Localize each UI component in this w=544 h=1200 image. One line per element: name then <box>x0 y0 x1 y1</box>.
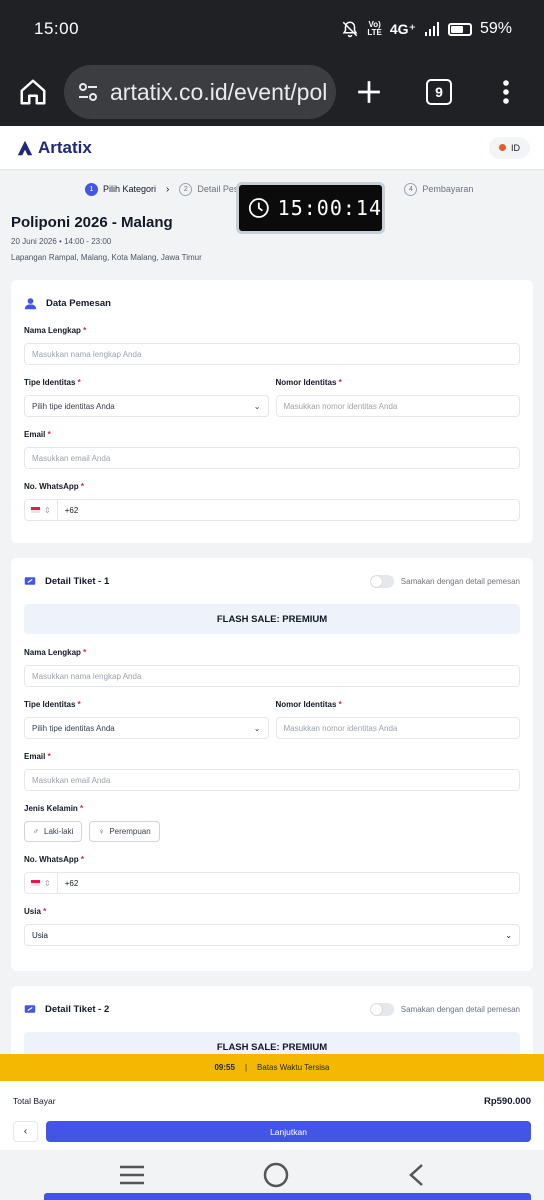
total-label: Total Bayar <box>13 1096 56 1106</box>
mute-icon <box>342 21 358 38</box>
volte-icon: Vo) LTE <box>367 20 382 37</box>
booker-name-input[interactable]: Masukkan nama lengkap Anda <box>24 343 520 365</box>
countdown-time: 09:55 <box>214 1063 235 1072</box>
gender-female-button[interactable]: ♀ Perempuan <box>89 821 160 842</box>
ticket-category-banner: FLASH SALE: PREMIUM <box>24 1032 520 1054</box>
booker-email-input[interactable]: Masukkan email Anda <box>24 447 520 469</box>
ticket-category-banner: FLASH SALE: PREMIUM <box>24 604 520 634</box>
home-circle-icon[interactable] <box>263 1162 289 1188</box>
ticket1-age-select[interactable]: Usia ⌄ <box>24 924 520 946</box>
battery-percent: 59% <box>479 20 512 37</box>
browser-toolbar: artatix.co.id/event/pol 9 <box>0 58 544 126</box>
tab-switcher-button[interactable]: 9 <box>426 79 452 105</box>
booker-card: Data Pemesan Nama Lengkap * Masukkan nama… <box>11 280 533 543</box>
continue-button[interactable]: Lanjutkan <box>46 1121 531 1142</box>
countdown-separator: | <box>244 1063 248 1072</box>
same-as-booker-toggle[interactable] <box>369 574 394 588</box>
ticket-icon <box>24 1005 36 1013</box>
ticket1-whatsapp-input[interactable]: ⇕ +62 <box>24 872 520 894</box>
chevron-right-icon: › <box>166 183 170 195</box>
clock-icon <box>248 198 269 218</box>
network-type: 4G⁺ <box>389 20 416 37</box>
url-text: artatix.co.id/event/pol <box>110 78 328 105</box>
indonesia-flag-icon <box>31 507 40 513</box>
checkout-footer: Total Bayar Rp590.000 ‹ Lanjutkan <box>0 1081 544 1150</box>
site-settings-icon[interactable] <box>76 80 100 104</box>
country-code-select[interactable]: ⇕ <box>25 873 58 893</box>
ticket-2-card: Detail Tiket - 2 Samakan dengan detail p… <box>11 986 533 1054</box>
countdown-banner: 09:55 | Batas Waktu Tersisa <box>0 1054 544 1081</box>
ticket1-id-number-input[interactable]: Masukkan nomor identitas Anda <box>275 717 520 739</box>
back-arrow-icon[interactable] <box>407 1163 425 1187</box>
web-page: Artatix ID 1 Pilih Kategori › 2 Detail Pes… <box>0 126 544 1054</box>
booker-id-number-input[interactable]: Masukkan nomor identitas Anda <box>275 395 520 417</box>
status-bar: 15:00 Vo) LTE 4G⁺ 59% <box>0 0 544 58</box>
updown-icon: ⇕ <box>44 505 51 515</box>
booker-whatsapp-input[interactable]: ⇕ +62 <box>24 499 520 521</box>
gender-male-button[interactable]: ♂ Laki-laki <box>24 821 83 842</box>
url-bar[interactable]: artatix.co.id/event/pol <box>64 65 336 119</box>
artatix-logo[interactable]: Artatix <box>16 138 92 158</box>
step-4: 4 Pembayaran <box>404 182 473 196</box>
logo-mark-icon <box>17 140 33 155</box>
female-icon: ♀ <box>98 827 105 836</box>
recents-icon[interactable] <box>119 1165 145 1185</box>
event-title: Poliponi 2026 - Malang <box>11 214 173 231</box>
ticket1-id-type-select[interactable]: Pilih tipe identitas Anda ⌄ <box>24 717 269 739</box>
status-time: 15:00 <box>34 19 80 38</box>
floating-clock-overlay[interactable]: 15:00:14 <box>236 182 385 234</box>
countdown-label: Batas Waktu Tersisa <box>257 1063 330 1072</box>
more-menu-icon[interactable] <box>502 79 510 105</box>
back-button[interactable]: ‹ <box>13 1121 38 1142</box>
step-1: 1 Pilih Kategori <box>85 182 156 196</box>
signal-icon <box>424 22 439 36</box>
language-switch[interactable]: ID <box>489 136 530 159</box>
step-2: 2 Detail Pes <box>179 182 238 196</box>
user-icon <box>24 297 37 309</box>
country-code-select[interactable]: ⇕ <box>25 500 58 520</box>
total-value: Rp590.000 <box>483 1095 531 1107</box>
event-date: 20 Juni 2026 • 14:00 - 23:00 <box>11 237 112 246</box>
booker-id-type-select[interactable]: Pilih tipe identitas Anda ⌄ <box>24 395 269 417</box>
scroll-peek-bar <box>44 1193 531 1200</box>
ticket1-name-input[interactable]: Masukkan nama lengkap Anda <box>24 665 520 687</box>
updown-icon: ⇕ <box>44 878 51 888</box>
site-header: Artatix ID <box>0 126 544 170</box>
same-as-booker-toggle[interactable] <box>369 1002 394 1016</box>
chevron-down-icon: ⌄ <box>505 930 512 940</box>
male-icon: ♂ <box>33 827 39 836</box>
battery-icon <box>447 22 472 36</box>
chevron-down-icon: ⌄ <box>253 401 261 411</box>
chevron-down-icon: ⌄ <box>253 723 261 733</box>
new-tab-icon[interactable] <box>356 79 382 105</box>
home-icon[interactable] <box>18 77 48 107</box>
flag-icon <box>499 144 506 151</box>
event-location: Lapangan Rampal, Malang, Kota Malang, Ja… <box>11 253 202 262</box>
ticket-1-card: Detail Tiket - 1 Samakan dengan detail p… <box>11 558 533 971</box>
ticket-icon <box>24 577 36 585</box>
ticket1-email-input[interactable]: Masukkan email Anda <box>24 769 520 791</box>
indonesia-flag-icon <box>31 880 40 886</box>
